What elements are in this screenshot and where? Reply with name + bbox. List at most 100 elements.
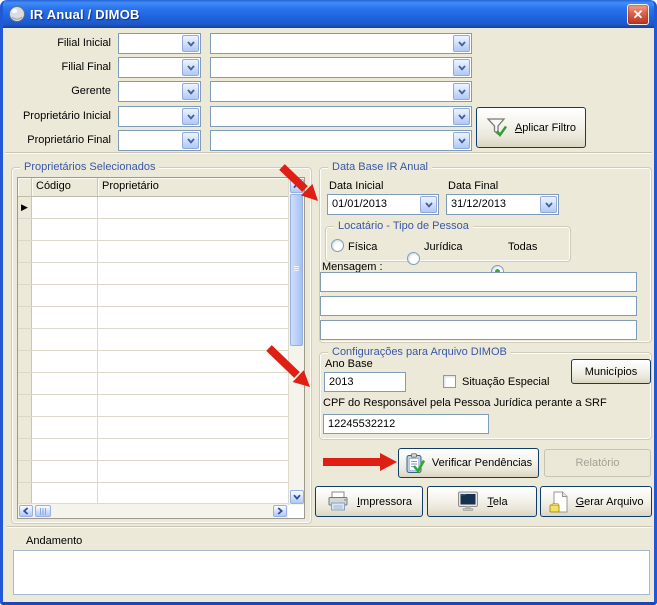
table-row[interactable]: [18, 219, 288, 241]
chevron-down-icon[interactable]: [182, 108, 199, 125]
gerar-arquivo-button[interactable]: Gerar Arquivo: [540, 486, 652, 517]
chevron-down-icon[interactable]: [453, 108, 470, 125]
filial-final-desc-combo[interactable]: [210, 57, 472, 78]
close-icon: ✕: [633, 7, 644, 23]
radio-juridica[interactable]: [407, 252, 420, 265]
cell-codigo: [32, 241, 98, 262]
chevron-down-icon[interactable]: [453, 35, 470, 52]
proprietario-inicial-code-combo[interactable]: [118, 106, 201, 127]
gerente-desc-combo[interactable]: [210, 81, 472, 102]
filial-inicial-desc-combo[interactable]: [210, 33, 472, 54]
data-base-group-title: Data Base IR Anual: [328, 161, 432, 173]
chevron-down-icon[interactable]: [182, 83, 199, 100]
horizontal-scrollbar[interactable]: [18, 503, 288, 518]
impressora-button[interactable]: Impressora: [315, 486, 423, 517]
situacao-especial-checkbox[interactable]: [443, 375, 456, 388]
table-row[interactable]: ▶: [18, 197, 288, 219]
row-gutter: [18, 285, 32, 306]
apply-filter-label: Aplicar Filtro: [515, 122, 576, 134]
row-gutter: [18, 417, 32, 438]
table-row[interactable]: [18, 461, 288, 483]
chevron-down-icon[interactable]: [453, 59, 470, 76]
filial-final-code-combo[interactable]: [118, 57, 201, 78]
chevron-down-icon[interactable]: [453, 132, 470, 149]
scroll-thumb[interactable]: [290, 194, 303, 346]
row-gutter: [18, 241, 32, 262]
scroll-up-button[interactable]: [290, 179, 304, 193]
cell-proprietario: [98, 219, 288, 240]
column-header-proprietario[interactable]: Proprietário: [98, 178, 288, 196]
cell-proprietario: [98, 329, 288, 350]
gerar-arquivo-label: Gerar Arquivo: [576, 496, 644, 508]
apply-filter-button[interactable]: Aplicar Filtro: [476, 107, 586, 148]
window-title: IR Anual / DIMOB: [30, 7, 140, 22]
chevron-down-icon[interactable]: [182, 59, 199, 76]
current-row-marker: ▶: [21, 203, 28, 212]
table-row[interactable]: [18, 373, 288, 395]
row-gutter: [18, 329, 32, 350]
table-row[interactable]: [18, 417, 288, 439]
data-inicial-combo[interactable]: 01/01/2013: [327, 194, 439, 215]
app-icon: [8, 5, 26, 23]
row-gutter: [18, 263, 32, 284]
mensagem-input-2[interactable]: [320, 296, 637, 316]
cell-codigo: [32, 197, 98, 218]
ano-base-input[interactable]: [324, 372, 406, 392]
filial-inicial-label: Filial Inicial: [3, 37, 111, 49]
mensagem-input-3[interactable]: [320, 320, 637, 340]
andamento-output: [13, 550, 650, 595]
thumb-grip: [294, 266, 299, 272]
cell-codigo: [32, 285, 98, 306]
chevron-left-icon: [23, 507, 29, 515]
table-row[interactable]: [18, 307, 288, 329]
radio-fisica[interactable]: [331, 239, 344, 252]
table-row[interactable]: [18, 263, 288, 285]
row-gutter: [18, 307, 32, 328]
table-row[interactable]: [18, 329, 288, 351]
scroll-right-button[interactable]: [273, 505, 287, 517]
mensagem-input-1[interactable]: [320, 272, 637, 292]
table-row[interactable]: [18, 351, 288, 373]
andamento-label: Andamento: [26, 535, 82, 547]
vertical-scrollbar[interactable]: [288, 178, 304, 505]
chevron-down-icon[interactable]: [182, 132, 199, 149]
chevron-down-icon[interactable]: [540, 196, 557, 213]
cell-codigo: [32, 263, 98, 284]
row-gutter: [18, 439, 32, 460]
cpf-label: CPF do Responsável pela Pessoa Jurídica …: [323, 397, 607, 409]
cell-codigo: [32, 461, 98, 482]
cell-codigo: [32, 307, 98, 328]
owners-group-title: Proprietários Selecionados: [20, 161, 159, 173]
cell-codigo: [32, 439, 98, 460]
cpf-input[interactable]: [323, 414, 489, 434]
row-gutter: [18, 395, 32, 416]
cell-proprietario: [98, 285, 288, 306]
table-row[interactable]: [18, 439, 288, 461]
table-row[interactable]: [18, 285, 288, 307]
gerente-label: Gerente: [3, 85, 111, 97]
table-row[interactable]: [18, 395, 288, 417]
table-row[interactable]: [18, 241, 288, 263]
row-gutter: [18, 483, 32, 503]
cell-proprietario: [98, 439, 288, 460]
chevron-down-icon[interactable]: [453, 83, 470, 100]
cell-codigo: [32, 417, 98, 438]
verificar-pendencias-button[interactable]: Verificar Pendências: [398, 448, 539, 478]
proprietario-final-desc-combo[interactable]: [210, 130, 472, 151]
column-header-codigo[interactable]: Código: [32, 178, 98, 196]
chevron-down-icon[interactable]: [420, 196, 437, 213]
chevron-down-icon[interactable]: [182, 35, 199, 52]
hscroll-thumb[interactable]: [35, 505, 51, 517]
checklist-clipboard-icon: [405, 453, 425, 474]
scroll-down-button[interactable]: [290, 490, 304, 504]
municipios-button[interactable]: Municípios: [571, 359, 651, 384]
data-final-combo[interactable]: 31/12/2013: [446, 194, 559, 215]
close-button[interactable]: ✕: [627, 4, 649, 25]
table-row[interactable]: [18, 483, 288, 503]
tela-button[interactable]: Tela: [427, 486, 537, 517]
filial-inicial-code-combo[interactable]: [118, 33, 201, 54]
gerente-code-combo[interactable]: [118, 81, 201, 102]
proprietario-final-code-combo[interactable]: [118, 130, 201, 151]
scroll-left-button[interactable]: [19, 505, 33, 517]
proprietario-inicial-desc-combo[interactable]: [210, 106, 472, 127]
